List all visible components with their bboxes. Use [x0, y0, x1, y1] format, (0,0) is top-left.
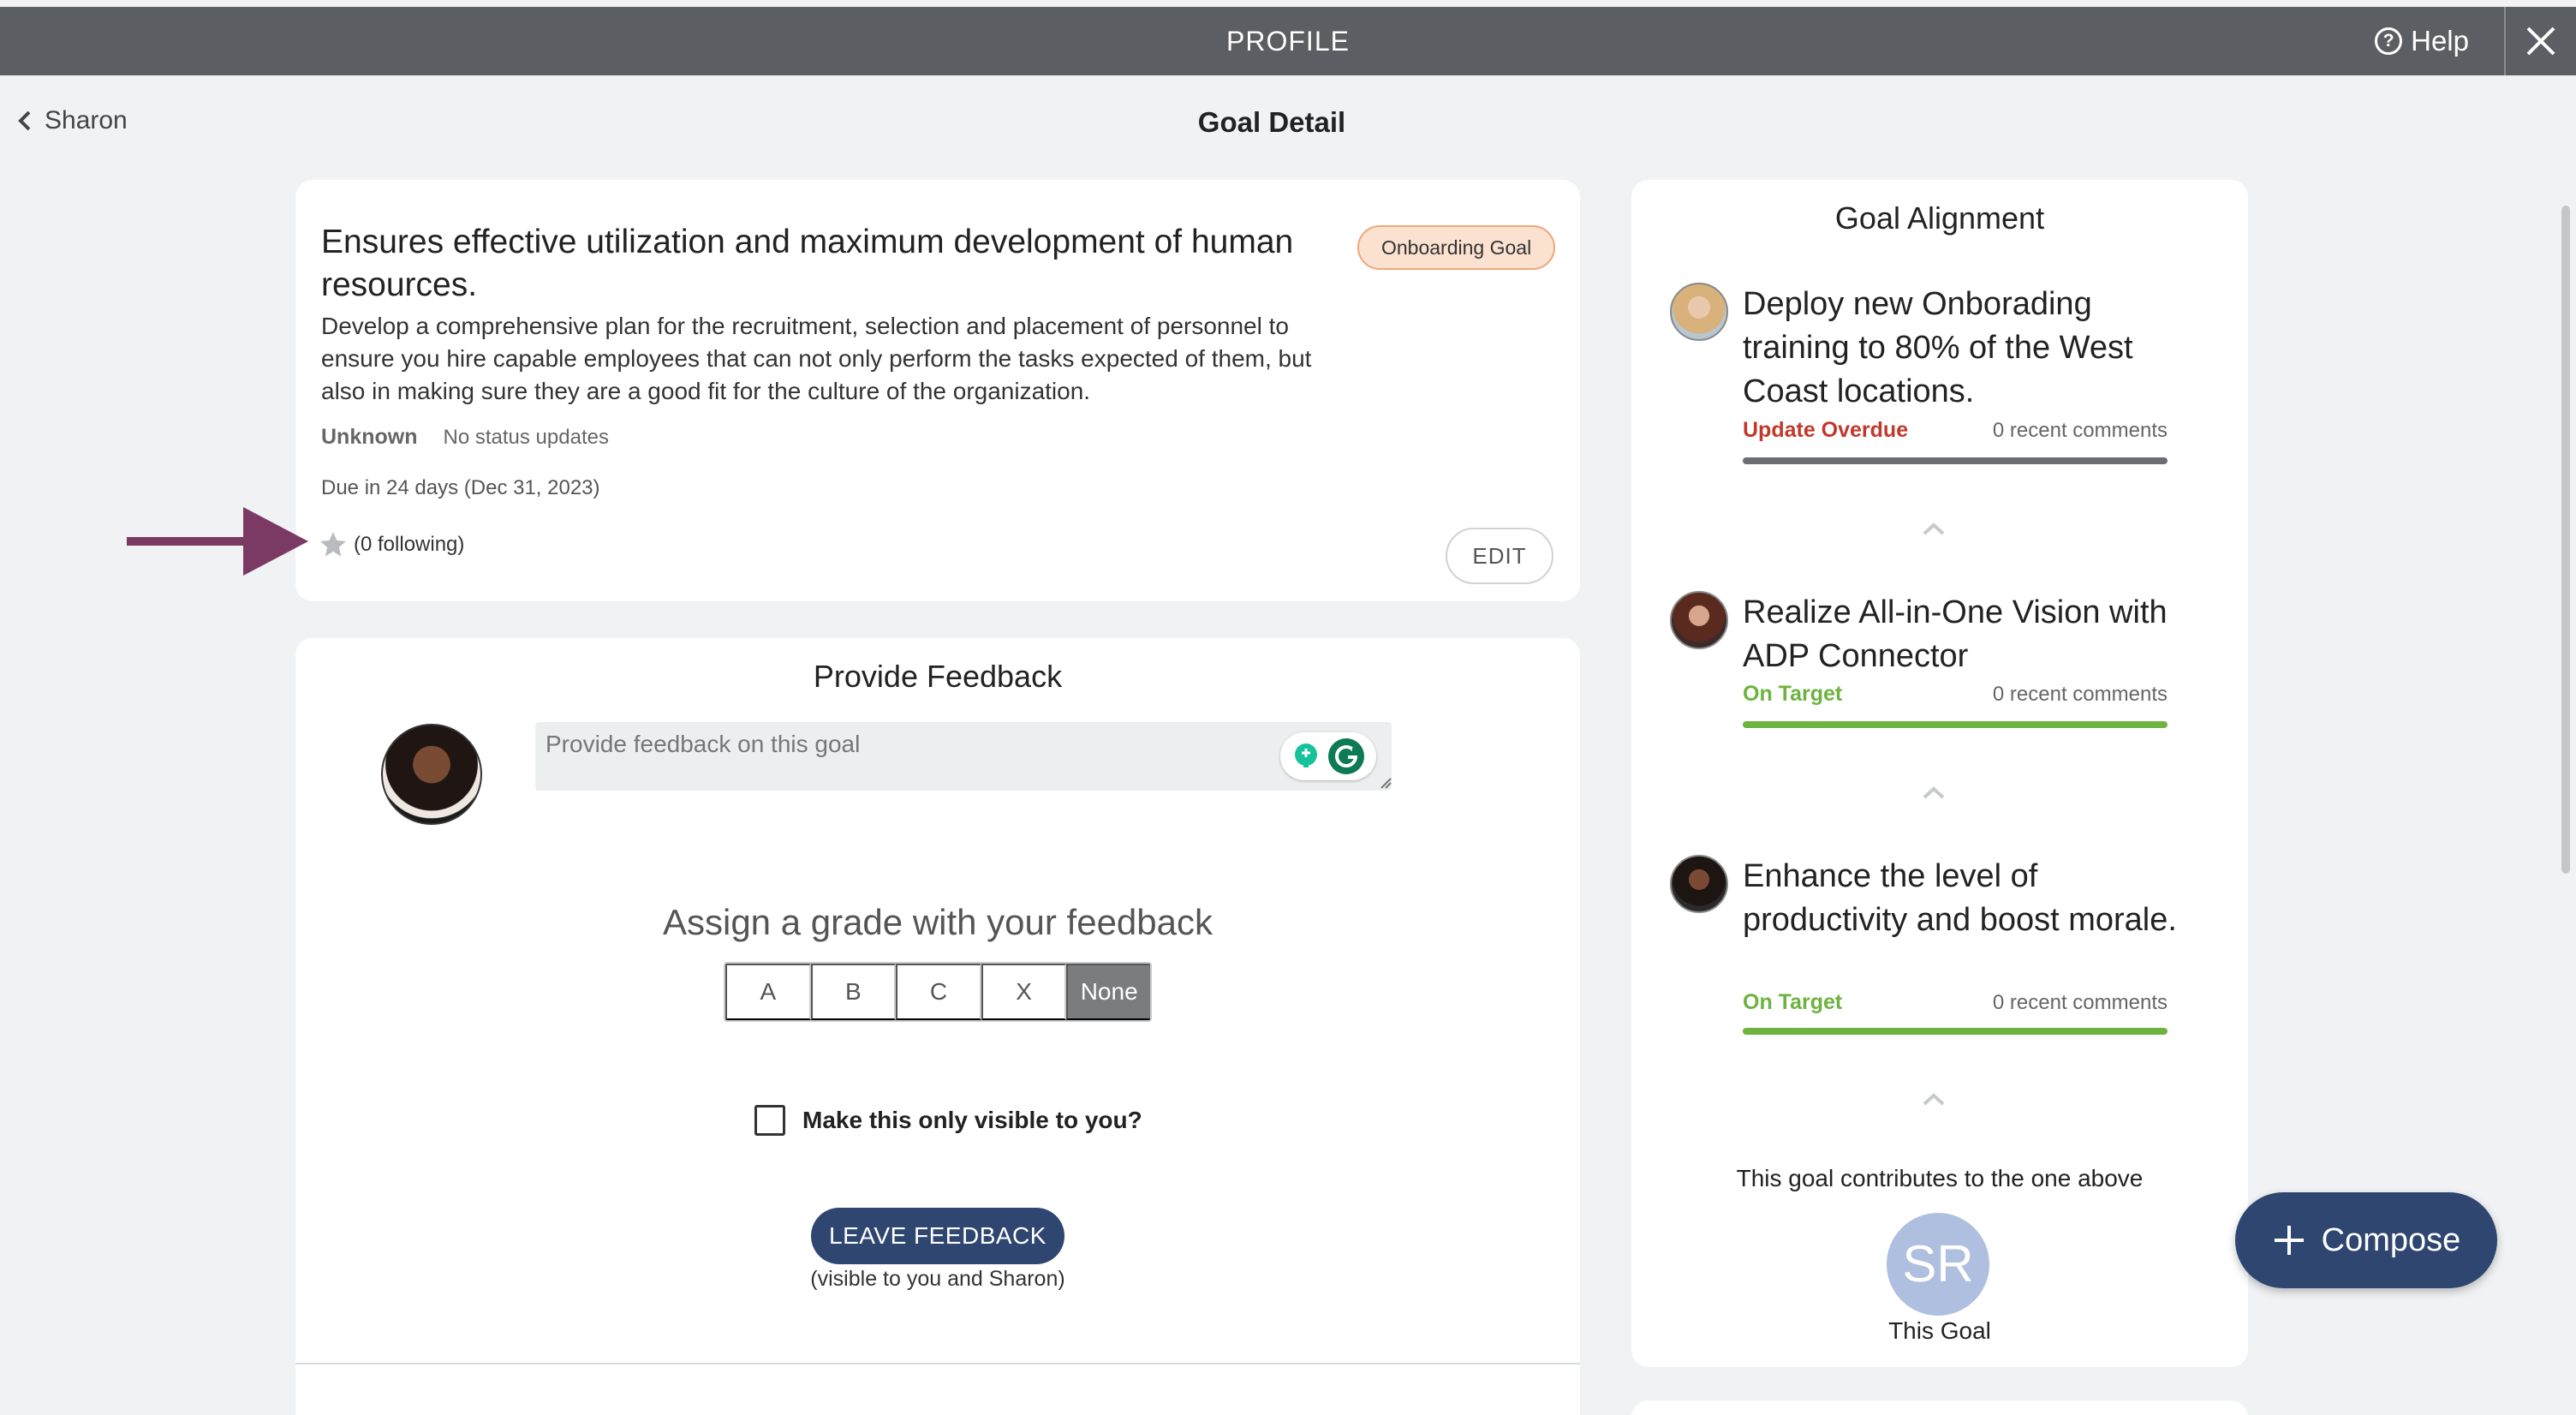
- goal-status: Unknown: [321, 425, 418, 449]
- goal-card: Ensures effective utilization and maximu…: [295, 180, 1580, 601]
- alignment-item[interactable]: Deploy new Onborading training to 80% of…: [1670, 283, 2184, 480]
- alignment-comments: 0 recent comments: [1992, 683, 2168, 706]
- grammarly-icon: [1328, 738, 1364, 774]
- close-button[interactable]: [2506, 7, 2576, 75]
- compose-button[interactable]: Compose: [2235, 1192, 2497, 1288]
- follow-row: (0 following): [318, 529, 464, 560]
- alignment-goal-title: Deploy new Onborading training to 80% of…: [1743, 286, 2133, 409]
- alignment-goal-title: Enhance the level of productivity and bo…: [1743, 858, 2177, 938]
- top-bar: PROFILE ? Help: [0, 7, 2576, 75]
- grade-a-button[interactable]: A: [725, 964, 811, 1020]
- this-goal-avatar: SR: [1887, 1213, 1989, 1316]
- avatar: [1670, 855, 1728, 913]
- alignment-item[interactable]: Realize All-in-One Vision with ADP Conne…: [1670, 591, 2184, 711]
- leave-feedback-button[interactable]: LEAVE FEEDBACK: [811, 1208, 1064, 1264]
- status-bar-on-target: [1743, 721, 2168, 728]
- goal-title: Ensures effective utilization and maximu…: [321, 224, 1294, 303]
- grade-none-button[interactable]: None: [1066, 964, 1150, 1020]
- help-label: Help: [2411, 25, 2469, 57]
- status-bar-on-target: [1743, 1028, 2168, 1035]
- private-label: Make this only visible to you?: [802, 1107, 1142, 1133]
- private-checkbox[interactable]: [754, 1105, 785, 1136]
- alignment-title: Goal Alignment: [1834, 200, 2045, 236]
- alignment-comments: 0 recent comments: [1992, 419, 2168, 442]
- alignment-status: Update Overdue: [1743, 418, 1909, 442]
- close-icon: [2526, 27, 2555, 56]
- scrollbar-thumb[interactable]: [2561, 206, 2570, 874]
- status-updates: No status updates: [443, 426, 609, 449]
- alignment-status: On Target: [1743, 682, 1843, 706]
- goal-alignment-card: Goal Alignment Deploy new Onborading tra…: [1631, 180, 2248, 1367]
- avatar: [1670, 591, 1728, 649]
- alignment-meta: On Target 0 recent comments: [1743, 990, 2168, 1015]
- next-card: [1631, 1400, 2248, 1415]
- alignment-status: On Target: [1743, 990, 1843, 1014]
- goal-type-badge: Onboarding Goal: [1357, 225, 1556, 270]
- alignment-goal-title: Realize All-in-One Vision with ADP Conne…: [1743, 594, 2168, 674]
- due-date: Due in 24 days (Dec 31, 2023): [321, 476, 600, 499]
- contributes-note: This goal contributes to the one above: [1736, 1165, 2144, 1191]
- app-title: PROFILE: [1226, 26, 1350, 57]
- status-row: Unknown No status updates: [321, 425, 609, 450]
- goal-description: Develop a comprehensive plan for the rec…: [321, 313, 1312, 404]
- feedback-card: Provide Feedback Assign a grade with you…: [295, 638, 1580, 1415]
- following-count: (0 following): [354, 533, 465, 556]
- grade-x-button[interactable]: X: [981, 964, 1067, 1020]
- this-goal-label: This Goal: [1888, 1317, 1991, 1344]
- chevron-up-icon: [1923, 786, 1945, 799]
- avatar: [381, 724, 482, 825]
- question-circle-icon: ?: [2375, 27, 2403, 55]
- lightbulb-icon: [1295, 743, 1317, 767]
- grammarly-widget[interactable]: [1280, 732, 1376, 780]
- feedback-title: Provide Feedback: [813, 659, 1063, 694]
- star-icon[interactable]: [318, 529, 349, 560]
- status-bar-overdue: [1743, 457, 2168, 464]
- annotation-arrow-icon: [127, 507, 308, 576]
- grade-c-button[interactable]: C: [896, 964, 981, 1020]
- compose-label: Compose: [2321, 1221, 2461, 1258]
- page-title: Goal Detail: [1197, 106, 1346, 138]
- edit-button[interactable]: EDIT: [1446, 528, 1553, 584]
- help-button[interactable]: ? Help: [2375, 7, 2469, 75]
- grade-title: Assign a grade with your feedback: [662, 902, 1213, 942]
- visibility-note: (visible to you and Sharon): [810, 1267, 1065, 1291]
- grade-b-button[interactable]: B: [810, 964, 897, 1020]
- chevron-up-icon: [1923, 522, 1945, 535]
- alignment-meta: Update Overdue 0 recent comments: [1743, 418, 2168, 443]
- resize-handle-icon[interactable]: [1380, 777, 1392, 789]
- chevron-up-icon: [1923, 1093, 1945, 1106]
- private-toggle-row: Make this only visible to you?: [754, 1105, 1142, 1136]
- feedback-input[interactable]: [535, 722, 1392, 791]
- grade-selector: A B C X None: [724, 962, 1152, 1022]
- alignment-item[interactable]: Enhance the level of productivity and bo…: [1670, 855, 2184, 1018]
- alignment-meta: On Target 0 recent comments: [1743, 682, 2168, 707]
- avatar: [1670, 283, 1728, 341]
- divider: [295, 1363, 1580, 1364]
- alignment-comments: 0 recent comments: [1992, 991, 2168, 1014]
- plus-icon: [2274, 1226, 2304, 1255]
